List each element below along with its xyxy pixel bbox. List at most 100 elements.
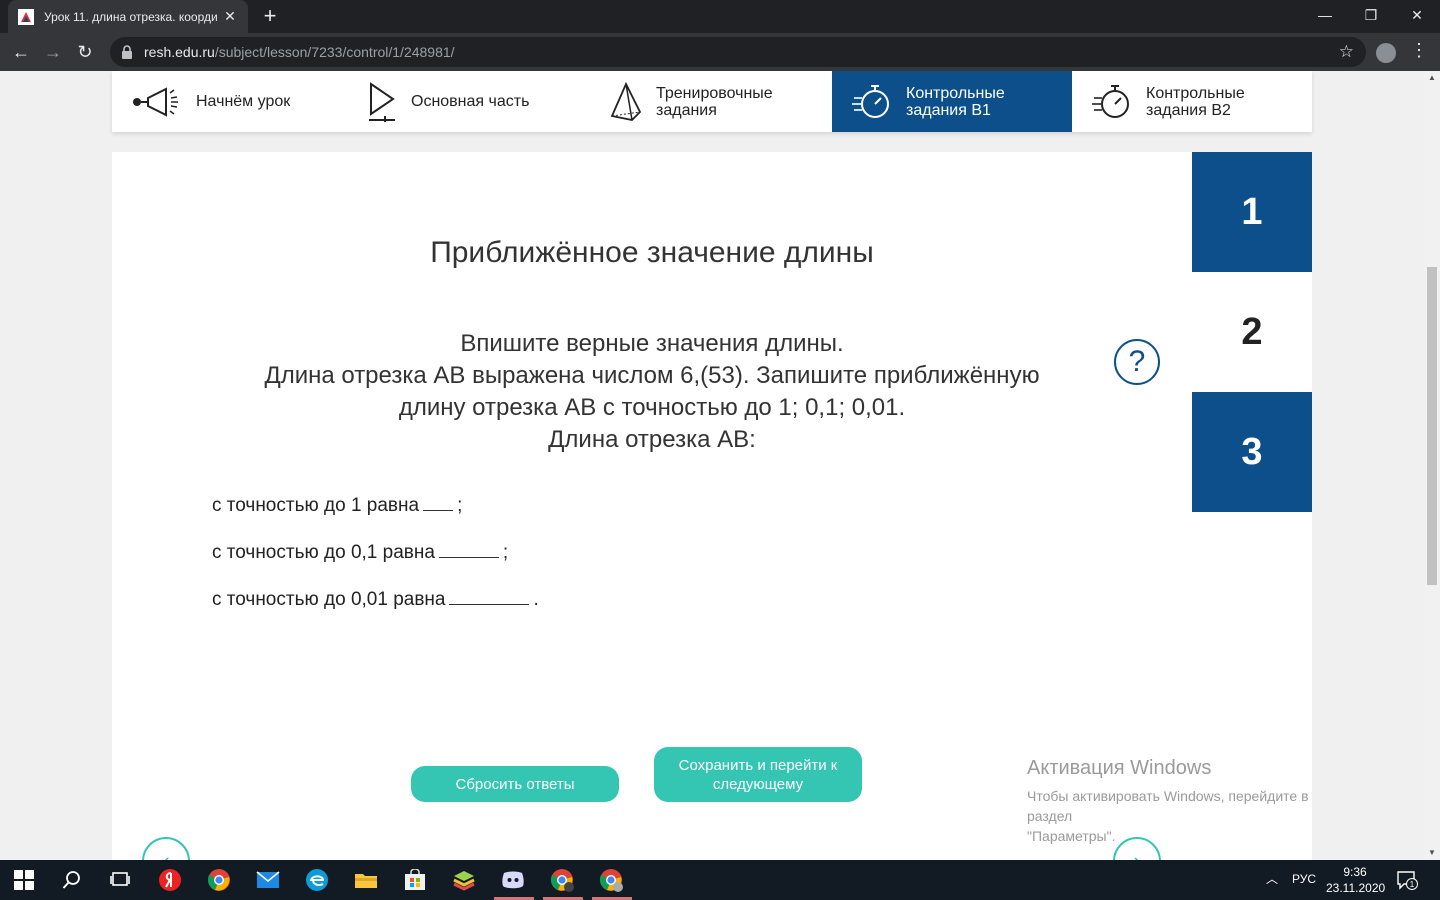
help-icon[interactable]: ? [1114,339,1160,385]
nav-item-label: Контрольные задания В1 [906,85,1005,119]
activation-line2: "Параметры". [1027,828,1116,844]
activation-text: Чтобы активировать Windows, перейдите в … [1027,786,1312,846]
task-instruction: Впишите верные значения длины. Длина отр… [212,328,1092,456]
nav-item-label: Начнём урок [196,93,291,110]
play-icon [369,81,395,122]
search-icon[interactable] [60,868,84,892]
yandex-browser-icon[interactable] [158,868,182,892]
chrome-icon[interactable] [207,868,231,892]
activation-title: Активация Windows [1027,757,1212,779]
stopwatch-icon [1092,84,1129,118]
scroll-down-icon[interactable]: ▼ [1424,846,1440,860]
windows-taskbar: ︿ РУС 9:36 23.11.2020 1 [0,860,1440,900]
answer-label: с точностью до 1 равна [212,495,420,516]
nav-label-line1: Контрольные [1146,84,1245,102]
page-viewport: Начнём урок Основная часть Тренировочные… [0,71,1424,860]
answer-input[interactable] [438,540,499,558]
stopwatch-icon [852,84,889,118]
back-arrow-icon[interactable]: ← [8,39,34,65]
minimize-window-icon[interactable]: — [1302,0,1348,33]
nav-item-main-part[interactable]: Основная часть [349,71,590,132]
close-window-icon[interactable]: ✕ [1394,0,1440,33]
new-tab-button[interactable]: + [258,4,282,28]
scroll-up-icon[interactable]: ▲ [1424,71,1440,85]
browser-tab[interactable]: Урок 11. длина отрезка. коорди ✕ [8,0,248,33]
answer-input[interactable] [449,587,530,605]
windows-start-icon[interactable] [12,868,36,892]
clock-date: 23.11.2020 [1326,881,1386,895]
close-tab-icon[interactable]: ✕ [222,8,238,25]
site-favicon-icon [18,8,34,25]
store-icon[interactable] [403,868,427,892]
chrome-profile-icon[interactable] [550,868,574,892]
input-language[interactable]: РУС [1292,872,1316,886]
profile-avatar[interactable] [1376,43,1396,63]
lock-icon [122,45,132,59]
reload-icon[interactable]: ↻ [72,39,98,65]
lesson-navigation: Начнём урок Основная часть Тренировочные… [112,71,1312,132]
reset-answers-button[interactable]: Сбросить ответы [411,766,619,802]
url-path: /subject/lesson/7233/control/1/248981/ [214,44,455,60]
task-card: Приближённое значение длины Впишите верн… [112,152,1312,860]
save-button-label: Сохранить и перейти к следующему [679,756,838,794]
nav-label-line2: задания В1 [906,101,991,119]
nav-item-label: Основная часть [411,93,530,110]
task-number-tab-current[interactable]: 2 [1192,272,1312,392]
url-text: resh.edu.ru/subject/lesson/7233/control/… [144,44,455,60]
task-view-icon[interactable] [108,868,132,892]
save-and-next-button[interactable]: Сохранить и перейти к следующему [654,747,862,802]
task-number-tab[interactable]: 3 [1192,392,1312,512]
answer-row: с точностью до 0,01 равна. [212,587,539,611]
scrollbar-thumb[interactable] [1427,267,1437,585]
answer-suffix: ; [502,542,509,563]
instruction-line: Длина отрезка АВ: [548,426,756,453]
answer-row: с точностью до 1 равна; [212,493,462,517]
bookmark-star-icon[interactable]: ☆ [1339,42,1354,62]
megaphone-icon [133,86,178,117]
show-hidden-icons-chevron-up-icon[interactable]: ︿ [1266,870,1278,887]
nav-item-control-b2[interactable]: Контрольные задания В2 [1072,71,1312,132]
answer-label: с точностью до 0,1 равна [212,542,435,563]
answer-input[interactable] [423,493,454,511]
instruction-line: длину отрезка АВ с точностью до 1; 0,1; … [398,394,906,421]
task-number-tab[interactable]: 1 [1192,152,1312,272]
save-label-line1: Сохранить и перейти к [678,756,838,774]
nav-label-line2: задания В2 [1146,101,1231,119]
windows-activation-watermark: Активация Windows Чтобы активировать Win… [1027,757,1312,846]
discord-icon[interactable] [501,868,525,892]
task-number-tabs: 1 2 3 [1192,152,1312,512]
bluestacks-icon[interactable] [452,868,476,892]
task-title: Приближённое значение длины [430,236,874,269]
answer-label: с точностью до 0,01 равна [212,589,446,610]
browser-menu-icon[interactable]: ⋮ [1410,40,1428,61]
pyramid-icon [610,81,642,121]
previous-page-icon[interactable]: ‹ [142,837,190,860]
nav-item-training-tasks[interactable]: Тренировочные задания [590,71,832,132]
nav-item-control-b1[interactable]: Контрольные задания В1 [832,71,1072,132]
page-scrollbar[interactable]: ▲ ▼ [1424,71,1440,860]
instruction-line: Длина отрезка АВ выражена числом 6,(53).… [264,362,1040,389]
restore-window-icon[interactable]: ❐ [1348,0,1394,33]
answer-suffix: ; [457,495,463,516]
nav-item-label: Контрольные задания В2 [1146,85,1245,119]
forward-arrow-icon[interactable]: → [40,39,66,65]
edge-icon[interactable] [305,868,329,892]
browser-toolbar: ← → ↻ resh.edu.ru/subject/lesson/7233/co… [0,33,1440,71]
nav-label-line2: задания [656,101,717,119]
activation-line1: Чтобы активировать Windows, перейдите в … [1027,788,1309,824]
answer-row: с точностью до 0,1 равна; [212,540,508,564]
notification-center-icon[interactable]: 1 [1396,870,1420,890]
save-label-line2: следующему [712,775,804,793]
tab-title: Урок 11. длина отрезка. коорди [44,9,218,24]
browser-tab-bar: Урок 11. длина отрезка. коорди ✕ + — ❐ ✕ [0,0,1440,33]
taskbar-clock[interactable]: 9:36 23.11.2020 [1326,864,1386,896]
answer-suffix: . [533,589,539,610]
mail-icon[interactable] [256,868,280,892]
nav-label-line1: Тренировочные [656,84,773,102]
file-explorer-icon[interactable] [354,868,378,892]
chrome-profile-icon[interactable] [599,868,623,892]
url-host: resh.edu.ru [144,44,215,60]
nav-label-line1: Контрольные [906,84,1005,102]
nav-item-start-lesson[interactable]: Начнём урок [112,71,349,132]
address-bar[interactable]: resh.edu.ru/subject/lesson/7233/control/… [110,37,1366,67]
